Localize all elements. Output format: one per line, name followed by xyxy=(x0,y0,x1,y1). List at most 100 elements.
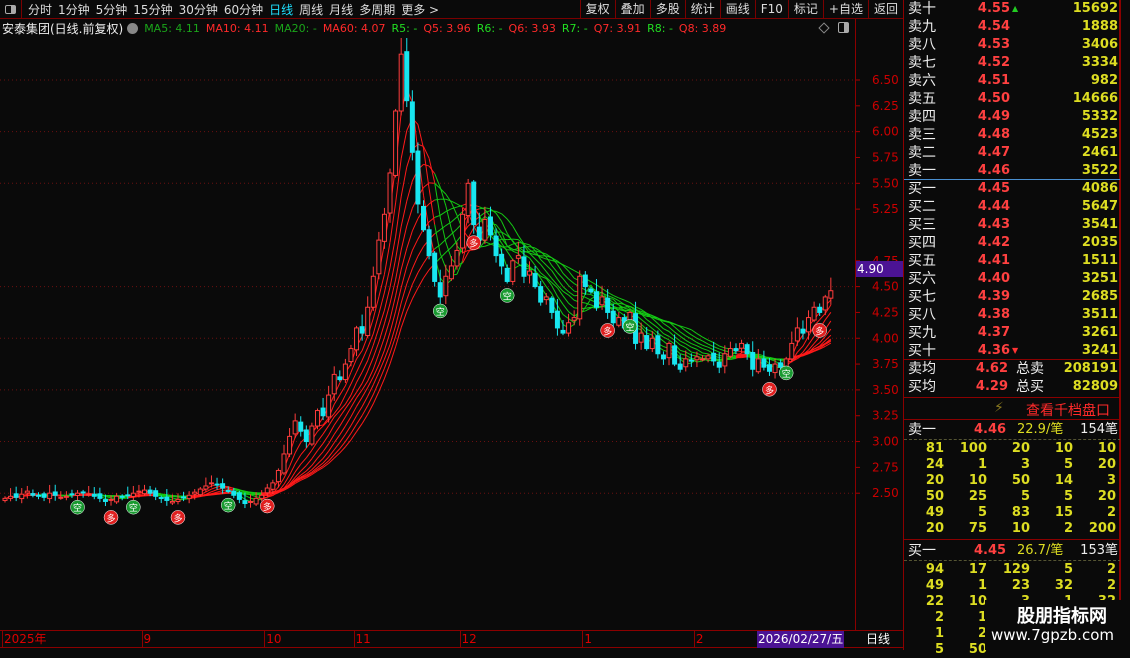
ribbon-segment xyxy=(217,494,223,495)
ribbon-segment xyxy=(323,426,329,434)
queue-order: 2 xyxy=(1033,521,1076,537)
queue-order: 5 xyxy=(1033,489,1076,505)
legend-item: Q6: 3.93 xyxy=(509,22,556,35)
level-volume: 3334 xyxy=(1082,54,1118,72)
ribbon-segment xyxy=(641,319,647,324)
period-tab[interactable]: 月线 xyxy=(329,1,353,18)
arrow-up-icon: ▲ xyxy=(1012,0,1018,18)
bid-row[interactable]: 买二4.445647 xyxy=(904,198,1121,216)
ask-row[interactable]: 卖八4.533406 xyxy=(904,36,1121,54)
period-tab[interactable]: 日线 xyxy=(269,1,293,18)
queue-row: 2075102200 xyxy=(904,521,1121,537)
ribbon-segment xyxy=(563,279,569,286)
bid-row[interactable]: 买十4.36▼3241 xyxy=(904,342,1121,360)
svg-text:空: 空 xyxy=(782,368,791,380)
ask-row[interactable]: 卖六4.51982 xyxy=(904,72,1121,90)
candle xyxy=(327,386,331,423)
period-tab[interactable]: 5分钟 xyxy=(96,1,128,18)
bid-row[interactable]: 买六4.403251 xyxy=(904,270,1121,288)
toolbar-button[interactable]: 多股 xyxy=(650,0,685,19)
level-price: 4.40 xyxy=(954,270,1010,288)
candle xyxy=(438,270,442,304)
ribbon-segment xyxy=(440,217,446,242)
bid-row[interactable]: 买九4.373261 xyxy=(904,324,1121,342)
ribbon-segment xyxy=(418,246,424,256)
panel-toggle-icon[interactable] xyxy=(838,22,849,33)
candle xyxy=(31,489,35,497)
kline-chart[interactable]: 6.506.256.005.755.505.254.754.504.254.00… xyxy=(0,38,903,630)
ribbon-segment xyxy=(345,384,351,395)
period-tab[interactable]: 1分钟 xyxy=(58,1,90,18)
queue-order: 20 xyxy=(904,521,947,537)
ribbon-segment xyxy=(697,361,703,362)
period-tab[interactable]: 更多 > xyxy=(401,1,439,18)
candle xyxy=(416,142,420,213)
ask-row[interactable]: 卖九4.541888 xyxy=(904,18,1121,36)
ask-row[interactable]: 卖四4.495332 xyxy=(904,108,1121,126)
candle xyxy=(25,486,29,499)
ribbon-segment xyxy=(619,298,625,300)
ribbon-segment xyxy=(703,349,709,351)
ribbon-segment xyxy=(691,355,697,356)
toolbar-button[interactable]: 复权 xyxy=(580,0,615,19)
ribbon-segment xyxy=(435,215,441,217)
bid-row[interactable]: 买五4.411511 xyxy=(904,252,1121,270)
y-tick-label: 5.50 xyxy=(872,176,899,190)
toolbar-button[interactable]: +自选 xyxy=(823,0,868,19)
dropdown-icon[interactable] xyxy=(127,23,138,34)
level-label: 买六 xyxy=(908,270,936,288)
bid-row[interactable]: 买四4.422035 xyxy=(904,234,1121,252)
y-tick-label: 6.50 xyxy=(872,73,899,87)
bid-row[interactable]: 买八4.383511 xyxy=(904,306,1121,324)
candle xyxy=(371,267,375,311)
ribbon-segment xyxy=(334,395,340,404)
ribbon-segment xyxy=(418,263,424,273)
svg-text:多: 多 xyxy=(765,384,774,396)
ribbon-segment xyxy=(407,299,413,312)
ask-row[interactable]: 卖十4.55▲15692 xyxy=(904,0,1121,18)
period-tab[interactable]: 30分钟 xyxy=(179,1,218,18)
ribbon-segment xyxy=(647,329,653,331)
period-tab[interactable]: 15分钟 xyxy=(133,1,172,18)
candle xyxy=(154,488,158,500)
ask-row[interactable]: 卖一4.463522 xyxy=(904,162,1121,180)
ribbon-segment xyxy=(267,494,273,495)
toolbar-button[interactable]: 画线 xyxy=(720,0,755,19)
ribbon-segment xyxy=(691,347,697,349)
ask-row[interactable]: 卖七4.523334 xyxy=(904,54,1121,72)
period-tab[interactable]: 周线 xyxy=(299,1,323,18)
diamond-icon[interactable] xyxy=(818,22,829,33)
ask-row[interactable]: 卖三4.484523 xyxy=(904,126,1121,144)
buy1-header: 买一4.4526.7/笔153笔 xyxy=(904,541,1121,561)
sell1-queue: 8110020101024135202010501435025552049583… xyxy=(904,441,1121,537)
bid-row[interactable]: 买一4.454086 xyxy=(904,180,1121,198)
period-tab[interactable]: 分时 xyxy=(28,1,52,18)
ribbon-segment xyxy=(663,334,669,337)
toolbar-button[interactable]: 叠加 xyxy=(615,0,650,19)
ribbon-segment xyxy=(541,278,547,286)
bid-row[interactable]: 买七4.392685 xyxy=(904,288,1121,306)
panel-toggle-icon[interactable] xyxy=(0,0,22,19)
candle xyxy=(405,38,409,107)
queue-order: 15 xyxy=(1033,505,1076,521)
ribbon-segment xyxy=(809,336,815,344)
ribbon-segment xyxy=(697,338,703,341)
ask-row[interactable]: 卖五4.5014666 xyxy=(904,90,1121,108)
bid-row[interactable]: 买三4.433541 xyxy=(904,216,1121,234)
depth-link[interactable]: ⚡ 查看千档盘口 xyxy=(904,398,1121,420)
candle xyxy=(282,445,286,475)
short-signal-icon: 空 xyxy=(500,288,514,302)
legend-item: R5: - xyxy=(392,22,418,35)
toolbar-button[interactable]: F10 xyxy=(755,0,788,19)
period-tab[interactable]: 多周期 xyxy=(359,1,395,18)
ribbon-segment xyxy=(825,312,831,320)
y-tick-label: 5.25 xyxy=(872,202,899,216)
depth-link-label[interactable]: 查看千档盘口 xyxy=(1026,400,1110,420)
toolbar-button[interactable]: 标记 xyxy=(788,0,823,19)
ribbon-segment xyxy=(412,256,418,268)
ask-row[interactable]: 卖二4.472461 xyxy=(904,144,1121,162)
period-tab[interactable]: 60分钟 xyxy=(224,1,263,18)
toolbar-button[interactable]: 统计 xyxy=(685,0,720,19)
candle xyxy=(511,259,515,285)
toolbar-button[interactable]: 返回 xyxy=(868,0,903,19)
